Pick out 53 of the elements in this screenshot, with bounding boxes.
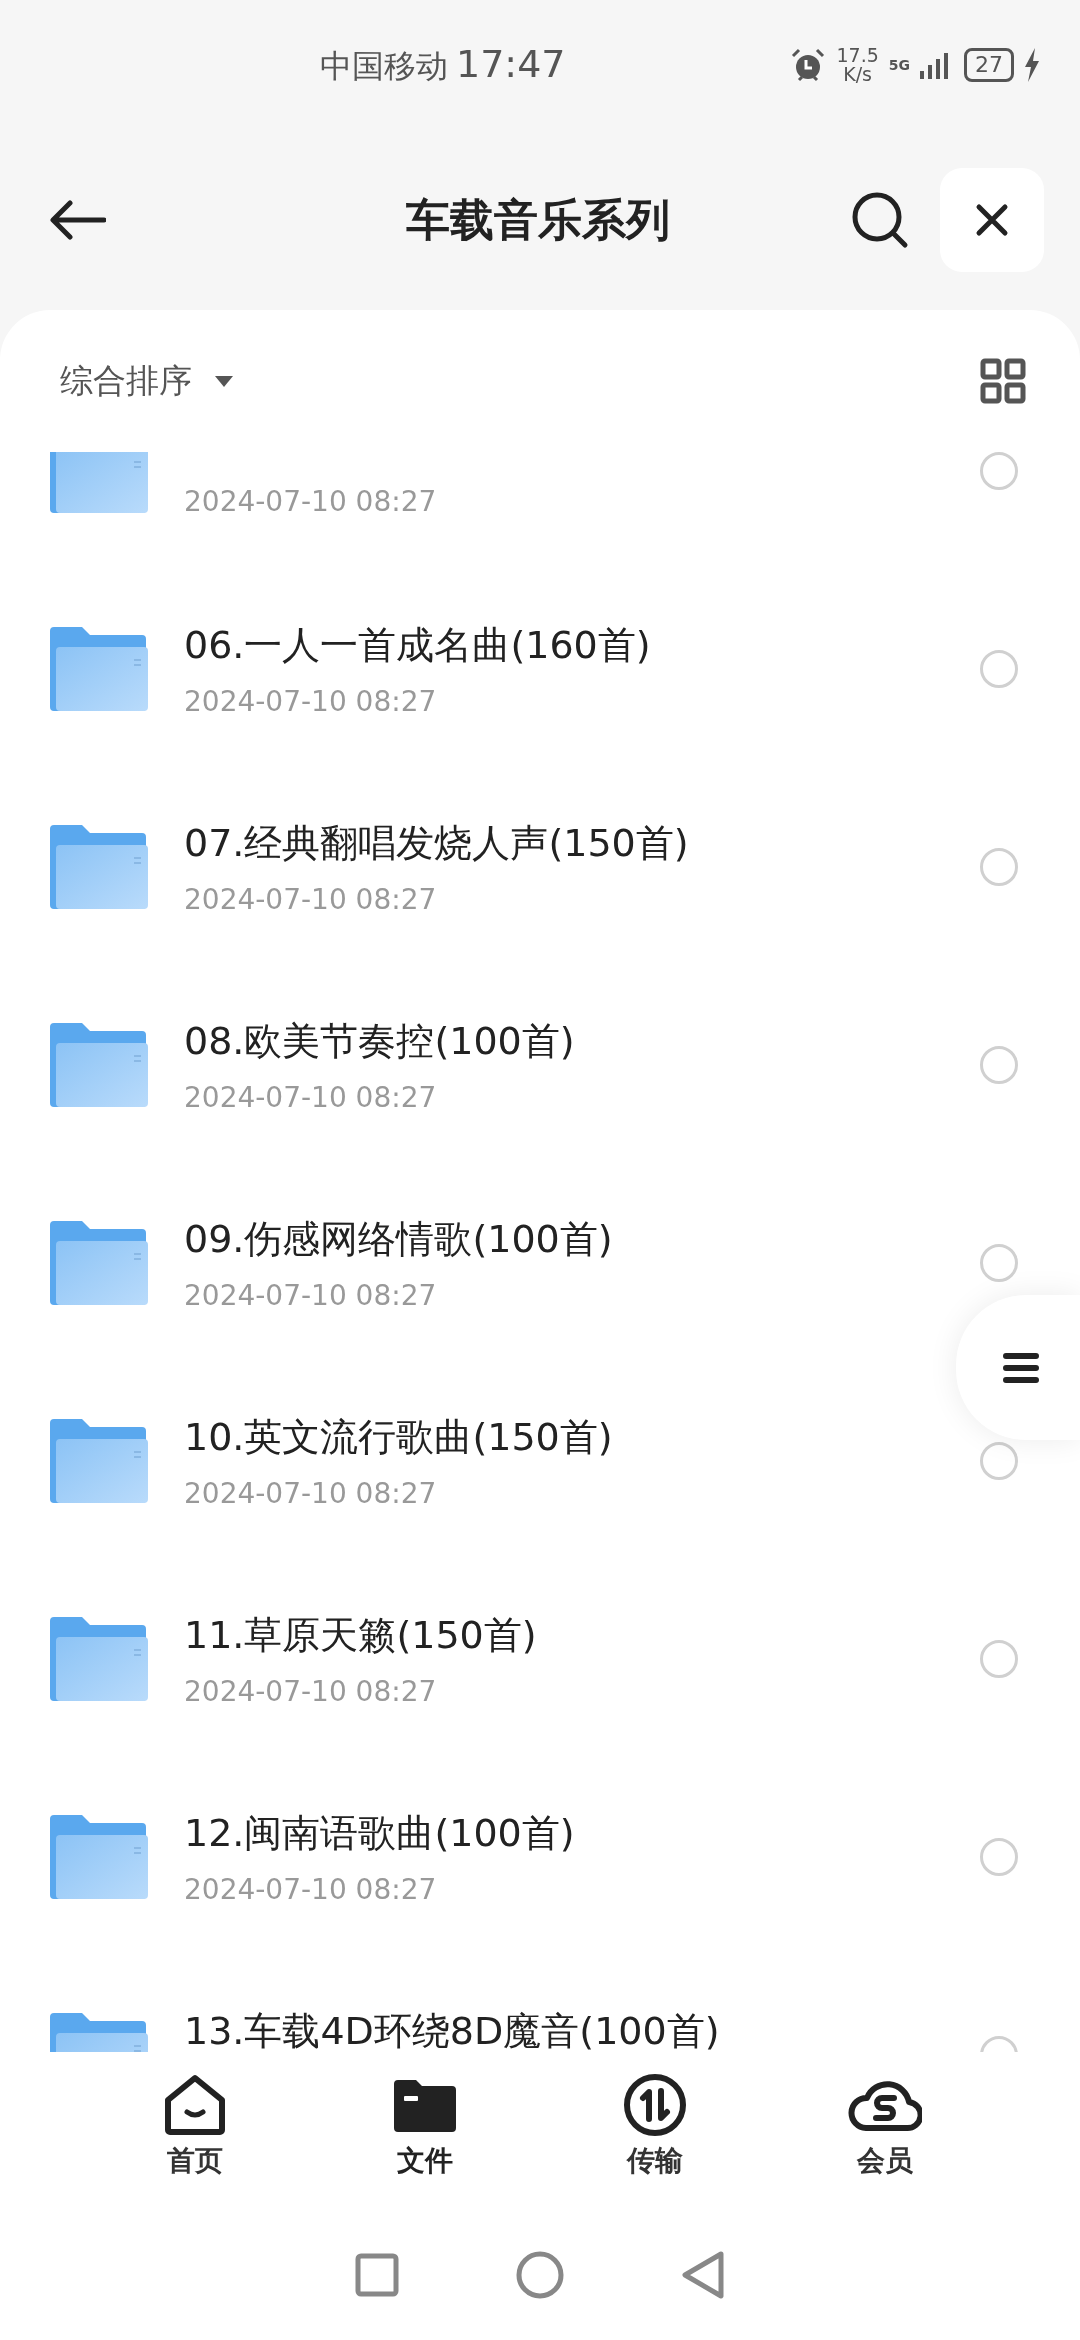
carrier-name: 中国移动 — [320, 45, 448, 87]
folder-icon — [48, 1417, 148, 1505]
folder-date: 2024-07-10 08:27 — [184, 1675, 438, 1708]
select-radio[interactable] — [980, 1046, 1018, 1084]
home-icon — [162, 2072, 228, 2138]
nav-tab[interactable]: 传输 — [600, 2072, 710, 2180]
select-radio[interactable] — [980, 848, 1018, 886]
folder-date: 2024-07-10 08:27 — [184, 484, 438, 518]
folder-name[interactable]: 12.闽南语歌曲(100首) — [184, 1808, 944, 1859]
folder-name[interactable]: 10.英文流行歌曲(150首) — [184, 1412, 944, 1463]
folder-name[interactable]: 11.草原天籁(150首) — [184, 1610, 944, 1661]
clock-time: 17:47 — [456, 41, 566, 86]
network-type: 5G — [888, 57, 910, 73]
sort-dropdown[interactable]: 综合排序 — [60, 358, 234, 404]
select-radio[interactable] — [980, 1244, 1018, 1282]
menu-button[interactable] — [956, 1295, 1080, 1440]
select-radio[interactable] — [980, 1442, 1018, 1480]
charging-icon — [1024, 48, 1040, 82]
folder-icon — [48, 1813, 148, 1901]
folder-icon — [48, 625, 148, 713]
transfer-icon — [622, 2072, 688, 2138]
close-button[interactable] — [940, 168, 1044, 272]
nav-tab[interactable]: 文件 — [370, 2072, 480, 2180]
folder-date: 2024-07-10 08:27 — [184, 1477, 438, 1510]
select-radio[interactable] — [980, 650, 1018, 688]
menu-icon — [1003, 1351, 1039, 1384]
folder-icon — [48, 1219, 148, 1307]
page-title: 车载音乐系列 — [405, 192, 671, 247]
folder-date: 2024-07-10 08:27 — [184, 1279, 438, 1312]
speed-unit: K/s — [843, 65, 872, 84]
folder-icon — [48, 1021, 148, 1109]
speed-value: 17.5 — [836, 46, 879, 65]
folder-name[interactable]: 08.欧美节奏控(100首) — [184, 1016, 944, 1067]
battery-level: 27 — [964, 48, 1014, 82]
folder-name[interactable]: 13.车载4D环绕8D魔音(100首) — [184, 2005, 944, 2052]
folder-icon — [48, 823, 148, 911]
folder-icon — [48, 1615, 148, 1703]
folder-icon — [48, 452, 148, 515]
folder-name[interactable]: 07.经典翻唱发烧人声(150首) — [184, 818, 944, 869]
folder-name[interactable]: 09.伤感网络情歌(100首) — [184, 1214, 944, 1265]
select-radio[interactable] — [980, 452, 1018, 490]
folder-date: 2024-07-10 08:27 — [184, 1873, 438, 1906]
folder-date: 2024-07-10 08:27 — [184, 1081, 438, 1114]
folder-name[interactable]: 06.一人一首成名曲(160首) — [184, 620, 944, 671]
folder-date: 2024-07-10 08:27 — [184, 883, 438, 916]
nav-tab[interactable]: 首页 — [140, 2072, 250, 2180]
nav-tab[interactable]: 会员 — [830, 2072, 940, 2180]
caret-icon — [214, 374, 234, 388]
select-radio[interactable] — [980, 1640, 1018, 1678]
alarm-icon — [790, 47, 827, 83]
close-icon — [975, 203, 1009, 237]
select-radio[interactable] — [980, 1838, 1018, 1876]
folder-date: 2024-07-10 08:27 — [184, 685, 438, 718]
